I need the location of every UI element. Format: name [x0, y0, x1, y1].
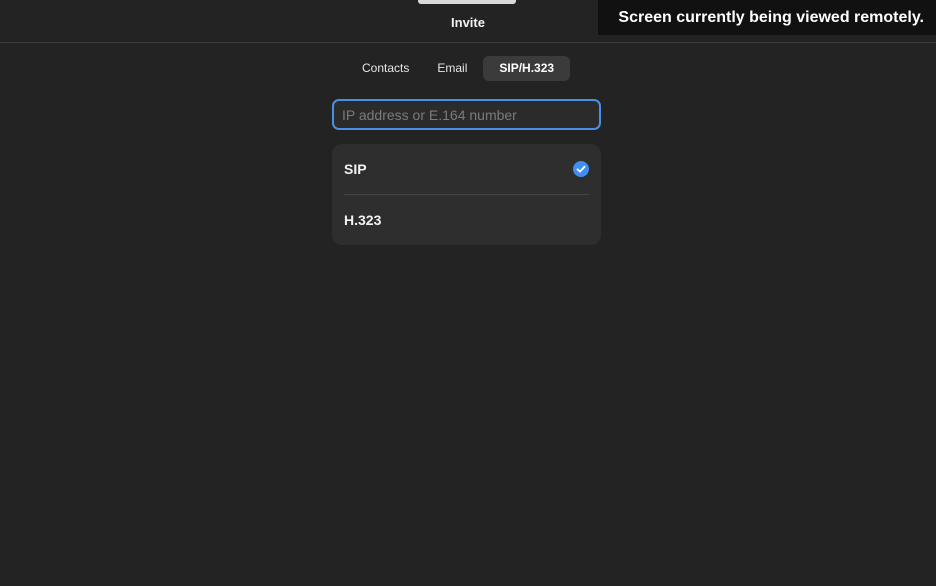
protocol-label: H.323	[344, 212, 382, 228]
ip-address-input[interactable]	[332, 99, 601, 130]
tab-email[interactable]: Email	[425, 56, 479, 81]
invite-dialog: Invite Screen currently being viewed rem…	[0, 0, 936, 586]
protocol-label: SIP	[344, 161, 367, 177]
remote-viewing-banner: Screen currently being viewed remotely.	[598, 0, 936, 35]
invite-tabs: Contacts Email SIP/H.323	[350, 56, 571, 81]
tab-sip-h323[interactable]: SIP/H.323	[483, 56, 571, 81]
tab-contacts[interactable]: Contacts	[350, 56, 421, 81]
protocol-option-h323[interactable]: H.323	[332, 195, 601, 245]
protocol-option-sip[interactable]: SIP	[332, 144, 601, 194]
check-circle-icon	[573, 161, 589, 177]
protocol-list: SIP H.323	[332, 144, 601, 245]
